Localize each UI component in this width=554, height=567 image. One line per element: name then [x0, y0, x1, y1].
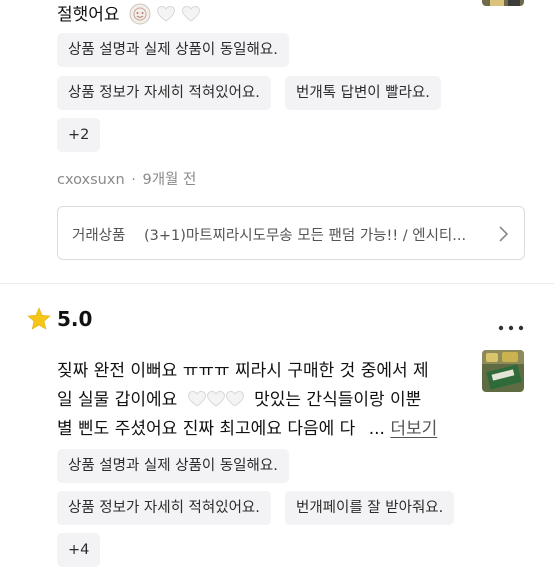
smile-emoji-icon [129, 3, 151, 25]
review-2-text-line-2: 일 실물 갑이에요 맛있는 간식들이랑 이뿐 [57, 385, 421, 410]
section-divider [0, 283, 554, 284]
white-heart-icon [206, 391, 225, 407]
white-heart-icon [181, 6, 200, 22]
review-1-text-tail: 절햇어요 [57, 5, 120, 25]
review-1-meta: cxoxsuxn · 9개월 전 [57, 168, 196, 189]
review-1-tag-1: 상품 설명과 실제 상품이 동일해요. [57, 33, 289, 67]
read-more-link[interactable]: 더보기 [390, 419, 437, 439]
review-2-more-tags[interactable]: +4 [57, 533, 101, 567]
review-2-tag-3: 번개페이를 잘 받아줘요. [285, 491, 455, 525]
review-1-more-tags[interactable]: +2 [57, 118, 101, 152]
chevron-right-icon [497, 224, 509, 248]
rating-value: 5.0 [57, 307, 93, 331]
traded-product-box[interactable]: 거래상품 (3+1)마트찌라시도무송 모든 팬덤 가능!! / 엔시티... [57, 206, 525, 260]
review-2-text-line-3: 별 삔도 주셨어요 진짜 최고에요 다음에 다 ... 더보기 [57, 414, 437, 439]
traded-product-name: (3+1)마트찌라시도무송 모든 팬덤 가능!! / 엔시티... [144, 228, 467, 244]
star-icon [27, 307, 51, 334]
review-1-text: 절햇어요 [57, 0, 200, 25]
white-heart-icon [157, 6, 176, 22]
white-heart-icon [187, 391, 206, 407]
review-1-tag-2: 상품 정보가 자세히 적혀있어요. [57, 76, 271, 110]
meta-separator: · [131, 172, 136, 188]
review-2-text-line-2a: 일 실물 갑이에요 [57, 390, 178, 410]
review-2-tag-1: 상품 설명과 실제 상품이 동일해요. [57, 449, 289, 483]
truncation-ellipsis: ... [368, 419, 385, 439]
review-2-photo-thumbnail[interactable] [482, 350, 524, 392]
review-2-tag-2: 상품 정보가 자세히 적혀있어요. [57, 491, 271, 525]
review-2-text-line-3-body: 별 삔도 주셨어요 진짜 최고에요 다음에 다 [57, 419, 356, 439]
review-time: 9개월 전 [142, 172, 197, 188]
review-1-tag-3: 번개톡 답변이 빨라요. [285, 76, 441, 110]
review-2-text-line-2b: 맛있는 간식들이랑 이뿐 [254, 390, 422, 410]
review-2-text-line-1: 짖짜 완전 이뻐요 ㅠㅠㅠ 찌라시 구매한 것 중에서 제 [57, 361, 429, 381]
traded-product-label: 거래상품 [72, 228, 126, 244]
review-author[interactable]: cxoxsuxn [57, 172, 125, 188]
review-1-photo-thumbnail[interactable] [482, 0, 524, 6]
more-dots-icon[interactable] [498, 316, 524, 335]
white-heart-icon [225, 391, 244, 407]
